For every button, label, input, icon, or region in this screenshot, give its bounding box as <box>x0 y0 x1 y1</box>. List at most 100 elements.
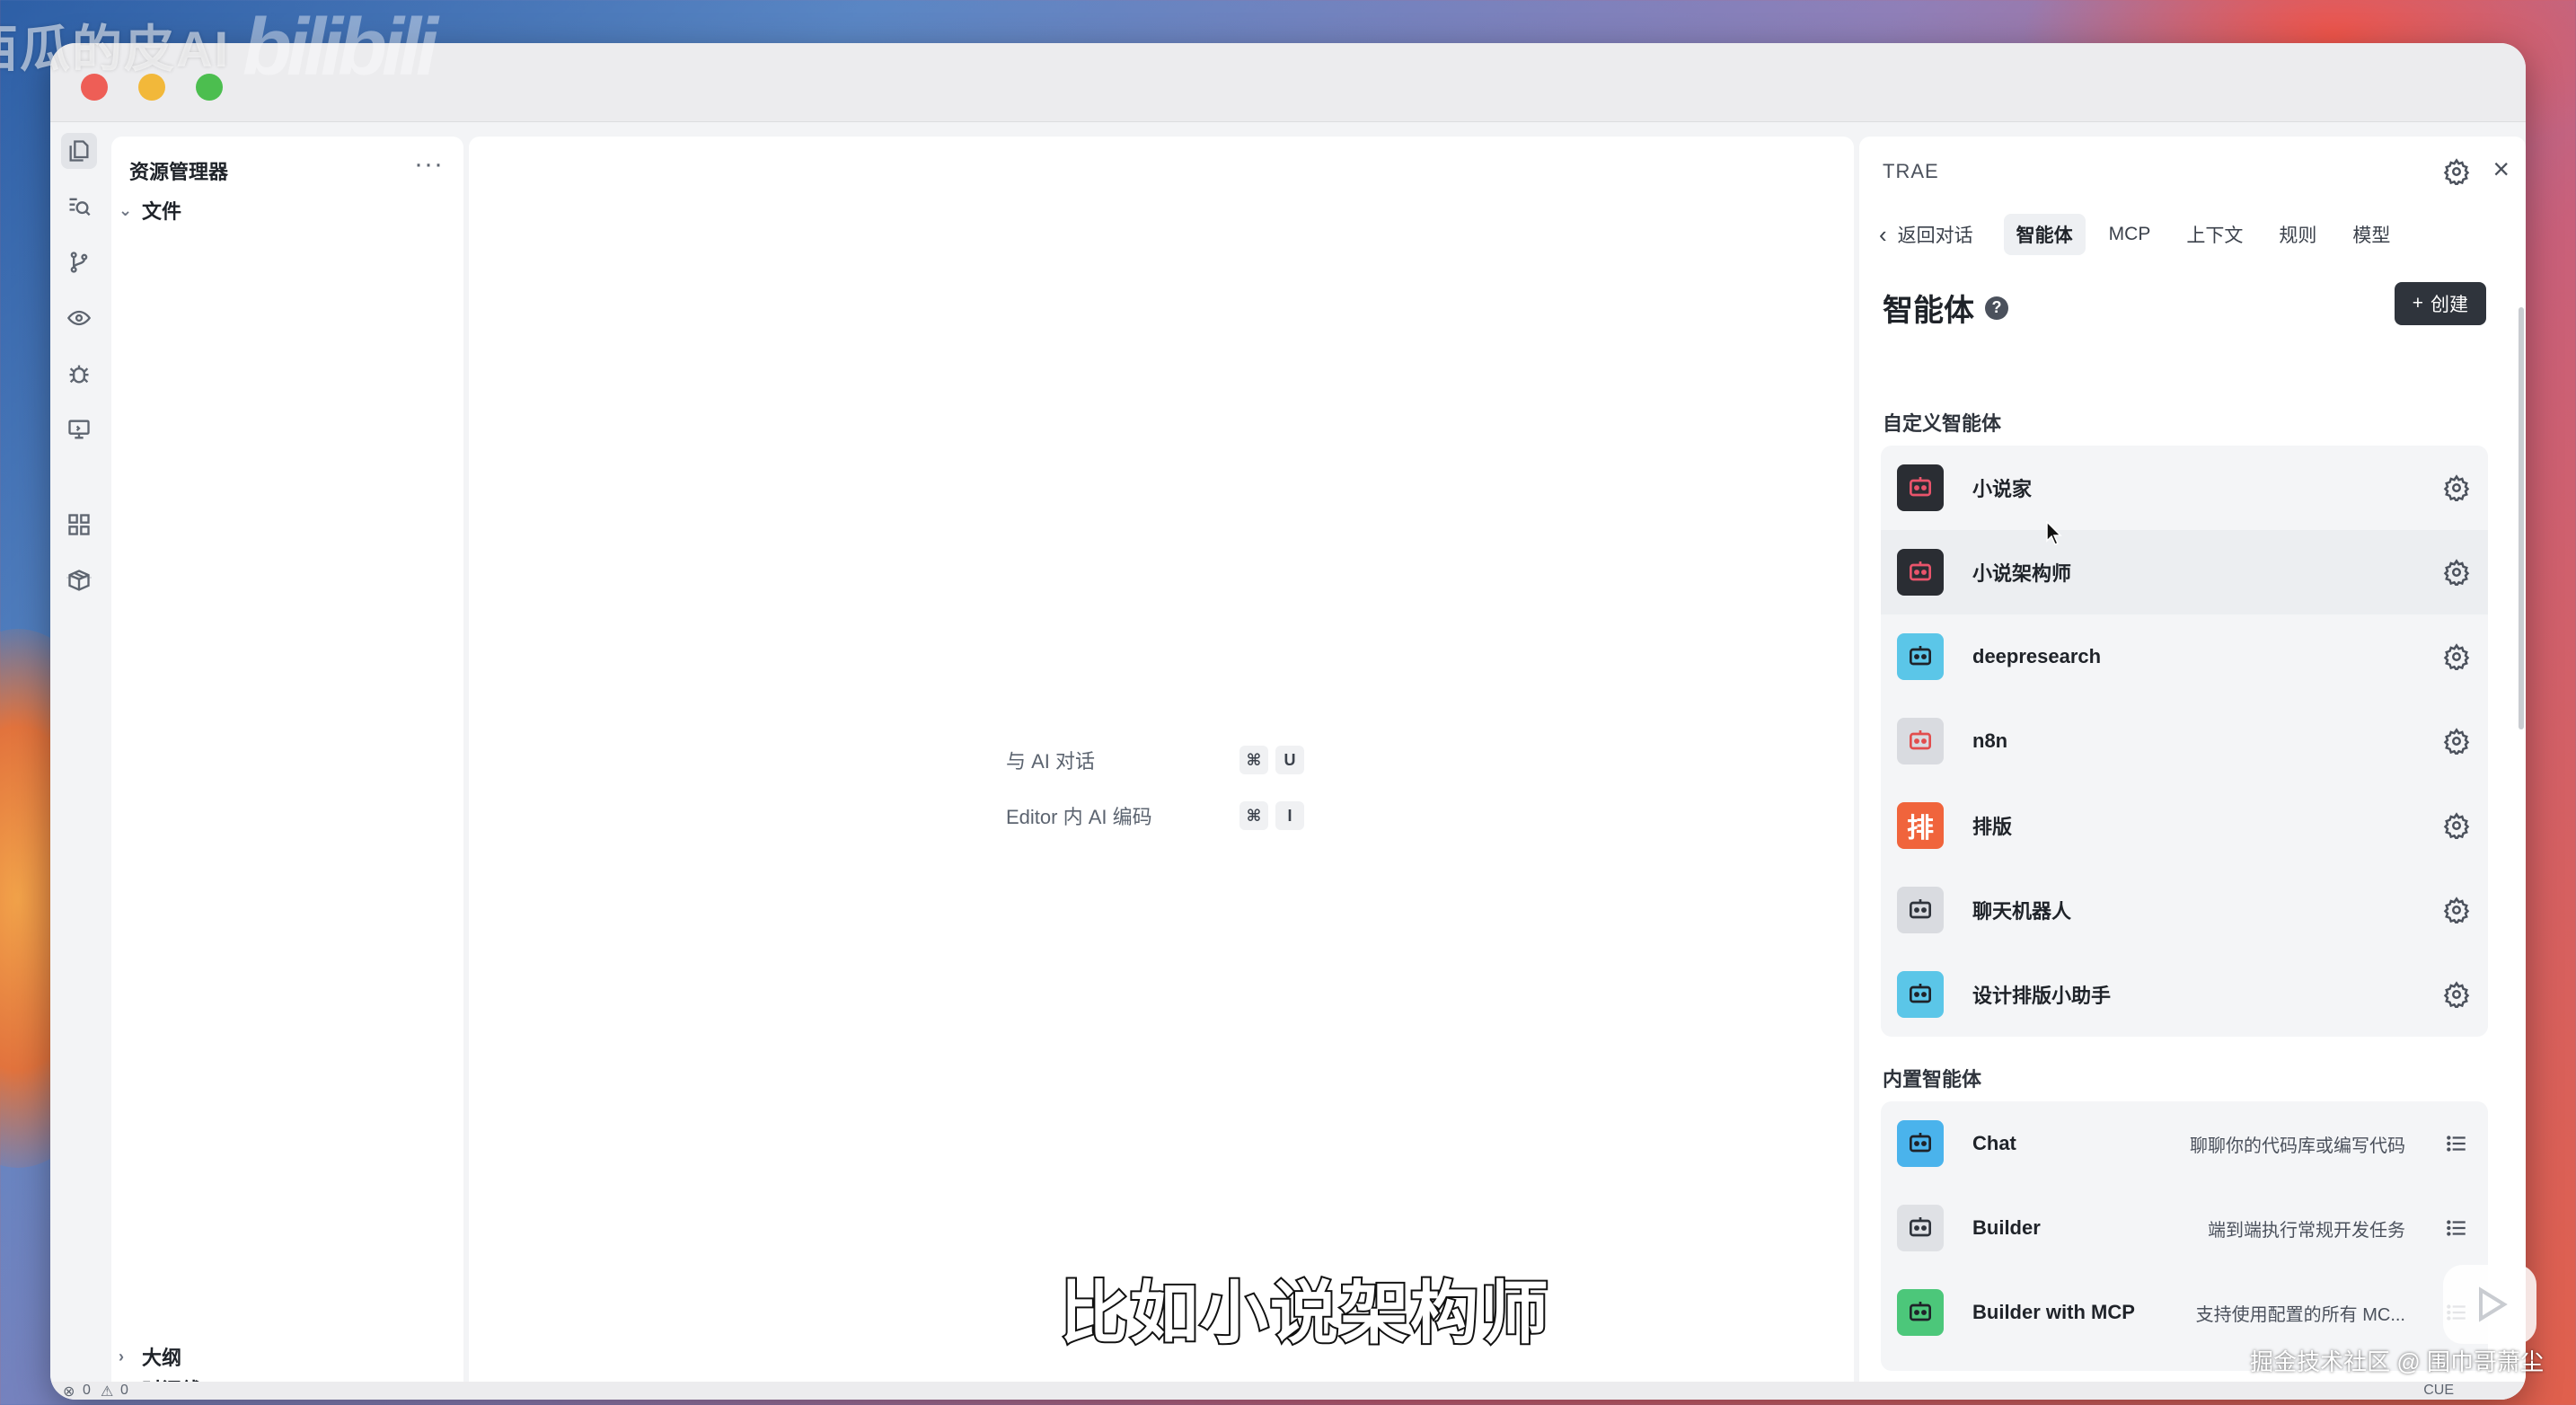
agent-name: Chat <box>1972 1132 2016 1154</box>
help-icon[interactable]: ? <box>1985 296 2008 320</box>
agent-avatar-icon <box>1897 464 1944 511</box>
command-key: ⌘ <box>1239 746 1268 774</box>
custom-agent-row[interactable]: 聊天机器人 <box>1881 868 2488 952</box>
status-right-text: CUE <box>2423 1383 2454 1398</box>
agent-name: 小说家 <box>1972 478 2033 500</box>
create-label: 创建 <box>2430 295 2468 315</box>
custom-agent-row[interactable]: deepresearch <box>1881 614 2488 699</box>
custom-agents-list: 小说家小说架构师 deepresearch n8n 排 排版聊天机器人设计排版小助手 <box>1881 446 2488 1037</box>
explorer-panel: 资源管理器 ··· ⌄ 文件 › 大纲 › 时间线 <box>111 137 463 1400</box>
shortcut-chat: 与 AI 对话 ⌘ U <box>1006 746 1311 774</box>
agent-avatar-icon <box>1897 718 1944 764</box>
agent-settings-gear-icon[interactable] <box>2443 474 2470 504</box>
agent-avatar-icon <box>1897 549 1944 596</box>
panel-nav: ‹ 返回对话 智能体 MCP 上下文 规则 模型 <box>1879 214 2413 255</box>
outline-section[interactable]: › 大纲 <box>119 1342 181 1371</box>
warning-icon[interactable]: ⚠ <box>101 1383 113 1400</box>
builtin-agent-row[interactable]: Builder 端到端执行常规开发任务 <box>1881 1186 2488 1270</box>
agent-avatar-icon <box>1897 1289 1944 1336</box>
agent-avatar-icon <box>1897 971 1944 1018</box>
builtin-agents-heading: 内置智能体 <box>1883 1068 1982 1091</box>
command-key: ⌘ <box>1239 801 1268 830</box>
chevron-right-icon: › <box>119 1347 124 1365</box>
agent-name: 小说架构师 <box>1972 562 2072 585</box>
custom-agent-row[interactable]: 设计排版小助手 <box>1881 952 2488 1037</box>
shortcut-label: Editor 内 AI 编码 <box>1006 806 1152 828</box>
shortcut-label: 与 AI 对话 <box>1006 750 1096 773</box>
custom-agent-row[interactable]: 小说架构师 <box>1881 530 2488 614</box>
package-icon[interactable] <box>61 562 97 598</box>
agent-settings-gear-icon[interactable] <box>2443 728 2470 757</box>
agent-list-icon[interactable] <box>2445 1216 2468 1240</box>
folder-label: 文件 <box>142 200 182 223</box>
channel-watermark: 西瓜的皮AI <box>0 21 230 77</box>
search-icon[interactable] <box>61 189 97 225</box>
explorer-title: 资源管理器 <box>129 161 229 183</box>
key-u: U <box>1275 746 1304 774</box>
bilibili-logo: bilibili <box>243 3 438 93</box>
tab-agents[interactable]: 智能体 <box>2003 214 2086 255</box>
agent-name: deepresearch <box>1972 645 2102 667</box>
mouse-cursor-icon <box>2046 521 2062 545</box>
agent-list-icon[interactable] <box>2445 1132 2468 1155</box>
create-agent-button[interactable]: + 创建 <box>2394 282 2486 325</box>
custom-agents-heading: 自定义智能体 <box>1883 412 2002 435</box>
error-icon[interactable]: ⊗ <box>63 1383 75 1400</box>
editor-area: 与 AI 对话 ⌘ U Editor 内 AI 编码 ⌘ I <box>469 137 1854 1400</box>
agent-name: Builder <box>1972 1216 2041 1239</box>
play-button[interactable] <box>2443 1265 2536 1344</box>
app-window: 资源管理器 ··· ⌄ 文件 › 大纲 › 时间线 与 AI 对话 ⌘ U Ed… <box>50 43 2526 1400</box>
warning-count: 0 <box>120 1383 128 1398</box>
site-watermark: 掘金技术社区 @ 围巾哥萧尘 <box>2250 1348 2544 1375</box>
scrollbar[interactable] <box>2519 307 2524 729</box>
agent-settings-gear-icon[interactable] <box>2443 559 2470 588</box>
custom-agent-row[interactable]: 排 排版 <box>1881 783 2488 868</box>
tab-rules[interactable]: 规则 <box>2266 214 2329 255</box>
back-button[interactable]: ‹ 返回对话 <box>1879 221 1973 249</box>
folder-root[interactable]: ⌄ 文件 <box>119 196 181 225</box>
activity-bar <box>50 133 108 1391</box>
close-icon[interactable]: × <box>2492 155 2510 183</box>
source-control-icon[interactable] <box>61 244 97 280</box>
agent-settings-gear-icon[interactable] <box>2443 981 2470 1011</box>
tab-models[interactable]: 模型 <box>2340 214 2403 255</box>
shortcut-inline-ai: Editor 内 AI 编码 ⌘ I <box>1006 801 1311 830</box>
agent-avatar-icon <box>1897 887 1944 933</box>
chevron-down-icon: ⌄ <box>119 200 133 219</box>
bug-icon[interactable] <box>61 356 97 392</box>
more-icon[interactable]: ··· <box>414 149 444 180</box>
play-icon <box>2479 1286 2508 1322</box>
page-title: 智能体 ? <box>1883 286 2008 330</box>
tab-context[interactable]: 上下文 <box>2174 214 2255 255</box>
agent-settings-gear-icon[interactable] <box>2443 812 2470 842</box>
agent-avatar-icon: 排 <box>1897 802 1944 849</box>
extensions-icon[interactable] <box>61 507 97 543</box>
outline-label: 大纲 <box>142 1347 182 1369</box>
key-i: I <box>1275 801 1304 830</box>
agent-description: 支持使用配置的所有 MC... <box>2195 1304 2405 1325</box>
panel-brand: TRAE <box>1883 160 1939 182</box>
agent-description: 聊聊你的代码库或编写代码 <box>2190 1135 2405 1156</box>
builtin-agents-list: Chat 聊聊你的代码库或编写代码 Builder 端到端执行常规开发任务 Builde… <box>1881 1101 2488 1371</box>
builtin-agent-row[interactable]: Builder with MCP 支持使用配置的所有 MC... <box>1881 1270 2488 1355</box>
agent-name: 设计排版小助手 <box>1972 985 2112 1007</box>
agent-name: 排版 <box>1972 816 2013 838</box>
eye-icon[interactable] <box>61 300 97 336</box>
remote-icon[interactable] <box>61 411 97 447</box>
back-label: 返回对话 <box>1897 225 1973 246</box>
agent-name: 聊天机器人 <box>1972 900 2072 923</box>
agent-name: Builder with MCP <box>1972 1301 2135 1323</box>
error-count: 0 <box>83 1383 91 1398</box>
agent-settings-gear-icon[interactable] <box>2443 643 2470 673</box>
agent-settings-gear-icon[interactable] <box>2443 897 2470 926</box>
agent-description: 端到端执行常规开发任务 <box>2208 1220 2405 1241</box>
files-icon[interactable] <box>61 133 97 169</box>
plus-icon: + <box>2412 293 2423 314</box>
custom-agent-row[interactable]: n8n <box>1881 699 2488 783</box>
settings-gear-icon[interactable] <box>2443 158 2470 185</box>
tab-mcp[interactable]: MCP <box>2096 216 2164 252</box>
custom-agent-row[interactable]: 小说家 <box>1881 446 2488 530</box>
builtin-agent-row[interactable]: Chat 聊聊你的代码库或编写代码 <box>1881 1101 2488 1186</box>
agent-name: n8n <box>1972 729 2008 752</box>
status-bar: ⊗ 0 ⚠ 0 CUE <box>50 1382 2526 1400</box>
